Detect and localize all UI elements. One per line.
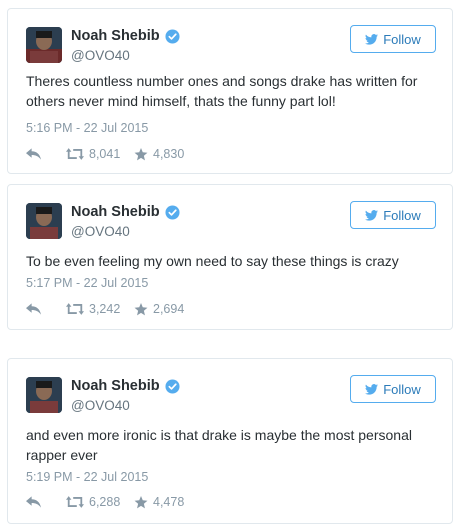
avatar[interactable] xyxy=(26,377,62,413)
display-name-text[interactable]: Noah Shebib xyxy=(71,378,160,394)
retweet-icon xyxy=(66,148,84,160)
star-icon xyxy=(134,302,148,315)
verified-badge-icon xyxy=(165,204,180,220)
display-name[interactable]: Noah Shebib xyxy=(71,28,180,44)
follow-button[interactable]: Follow xyxy=(350,375,436,403)
reply-button[interactable] xyxy=(26,496,66,508)
tweet-card: Noah Shebib @OVO40 Follow and even more … xyxy=(7,358,453,524)
user-handle[interactable]: @OVO40 xyxy=(71,48,130,63)
retweet-count: 8,041 xyxy=(89,147,121,161)
tweet-timestamp[interactable]: 5:19 PM - 22 Jul 2015 xyxy=(26,470,148,484)
verified-badge-icon xyxy=(165,28,180,44)
favorite-count: 4,478 xyxy=(153,495,185,509)
follow-button[interactable]: Follow xyxy=(350,25,436,53)
tweet-timestamp[interactable]: 5:16 PM - 22 Jul 2015 xyxy=(26,121,148,135)
favorite-button[interactable]: 2,694 xyxy=(134,302,184,316)
display-name-text[interactable]: Noah Shebib xyxy=(71,28,160,44)
retweet-button[interactable]: 6,288 xyxy=(66,495,134,509)
user-handle[interactable]: @OVO40 xyxy=(71,224,130,239)
retweet-button[interactable]: 8,041 xyxy=(66,147,134,161)
favorite-count: 2,694 xyxy=(153,302,185,316)
follow-button[interactable]: Follow xyxy=(350,201,436,229)
tweet-card: Noah Shebib @OVO40 Follow Theres countle… xyxy=(7,8,453,174)
follow-label: Follow xyxy=(383,31,421,47)
reply-icon xyxy=(26,148,41,160)
tweet-text: and even more ironic is that drake is ma… xyxy=(26,427,412,463)
tweet-text: Theres countless number ones and songs d… xyxy=(26,73,418,109)
retweet-button[interactable]: 3,242 xyxy=(66,302,134,316)
user-handle[interactable]: @OVO40 xyxy=(71,398,130,413)
follow-label: Follow xyxy=(383,207,421,223)
tweet-timestamp[interactable]: 5:17 PM - 22 Jul 2015 xyxy=(26,276,148,290)
favorite-button[interactable]: 4,478 xyxy=(134,495,184,509)
reply-button[interactable] xyxy=(26,303,66,315)
twitter-bird-icon xyxy=(365,209,379,221)
reply-button[interactable] xyxy=(26,148,66,160)
favorite-button[interactable]: 4,830 xyxy=(134,147,184,161)
display-name[interactable]: Noah Shebib xyxy=(71,378,180,394)
display-name-text[interactable]: Noah Shebib xyxy=(71,204,160,220)
display-name[interactable]: Noah Shebib xyxy=(71,204,180,220)
reply-icon xyxy=(26,303,41,315)
twitter-bird-icon xyxy=(365,383,379,395)
favorite-count: 4,830 xyxy=(153,147,185,161)
star-icon xyxy=(134,147,148,160)
twitter-bird-icon xyxy=(365,33,379,45)
retweet-icon xyxy=(66,496,84,508)
tweet-actions: 3,242 2,694 xyxy=(26,302,184,316)
retweet-icon xyxy=(66,303,84,315)
star-icon xyxy=(134,495,148,508)
follow-label: Follow xyxy=(383,381,421,397)
retweet-count: 6,288 xyxy=(89,495,121,509)
tweet-text: To be even feeling my own need to say th… xyxy=(26,253,399,269)
avatar[interactable] xyxy=(26,27,62,63)
tweet-card: Noah Shebib @OVO40 Follow To be even fee… xyxy=(7,184,453,330)
tweet-actions: 6,288 4,478 xyxy=(26,495,184,509)
reply-icon xyxy=(26,496,41,508)
verified-badge-icon xyxy=(165,378,180,394)
avatar[interactable] xyxy=(26,203,62,239)
retweet-count: 3,242 xyxy=(89,302,121,316)
tweet-actions: 8,041 4,830 xyxy=(26,147,184,161)
